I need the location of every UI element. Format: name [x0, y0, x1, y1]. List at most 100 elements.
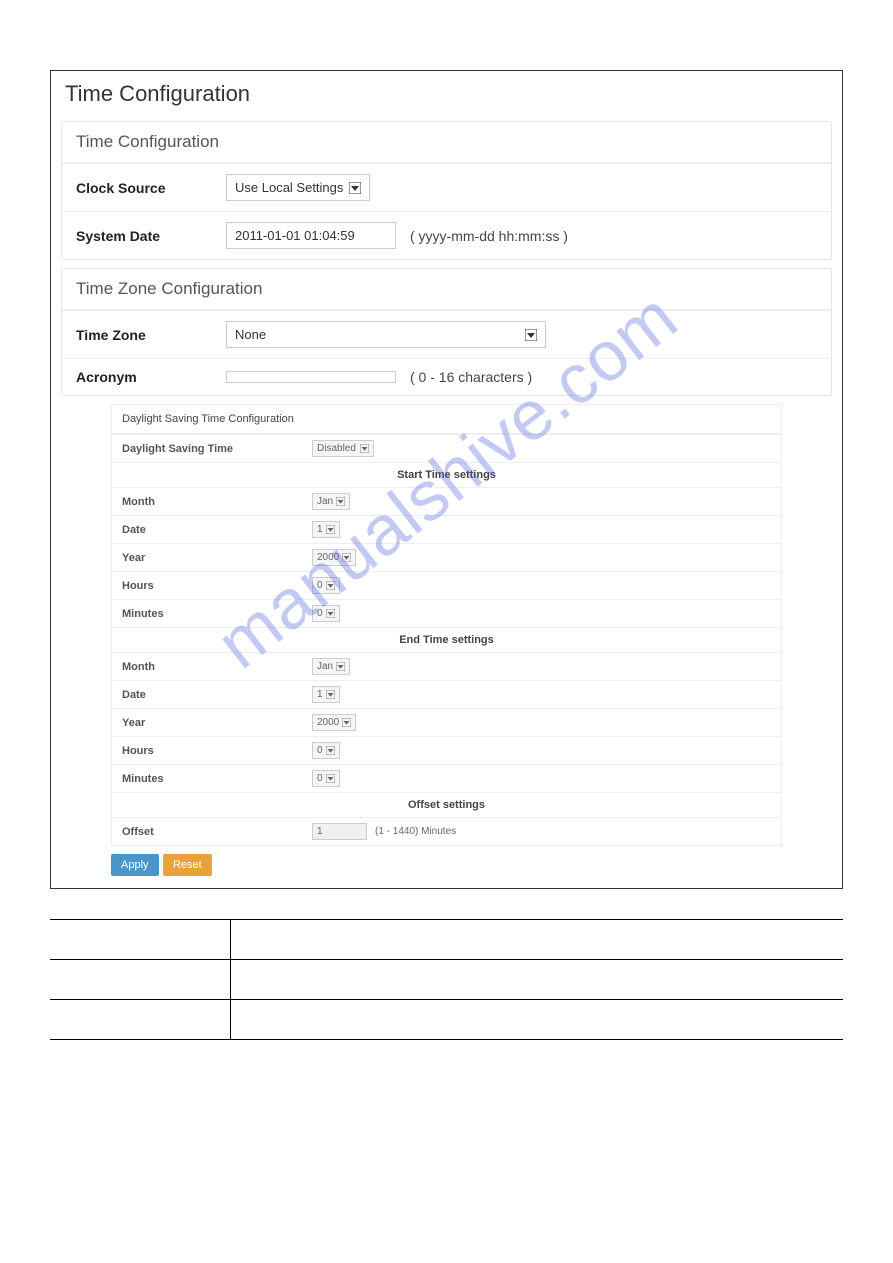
- reference-table: [50, 919, 843, 1040]
- clock-source-value: Use Local Settings: [235, 180, 343, 195]
- dst-panel: Daylight Saving Time Configuration Dayli…: [111, 404, 782, 846]
- chevron-down-icon: [342, 718, 351, 727]
- config-screenshot: manualshive.com Time Configuration Time …: [50, 70, 843, 889]
- chevron-down-icon: [326, 609, 335, 618]
- chevron-down-icon: [326, 581, 335, 590]
- table-cell: [230, 920, 843, 960]
- timezone-row: Time Zone None: [62, 310, 831, 358]
- end-year-value: 2000: [317, 717, 339, 728]
- offset-hint: (1 - 1440) Minutes: [375, 826, 456, 837]
- clock-source-label: Clock Source: [76, 180, 226, 196]
- start-hours-row: Hours 0: [112, 571, 781, 599]
- table-row: [50, 960, 843, 1000]
- acronym-hint: ( 0 - 16 characters ): [410, 369, 532, 385]
- end-hours-row: Hours 0: [112, 736, 781, 764]
- acronym-label: Acronym: [76, 369, 226, 385]
- end-year-row: Year 2000: [112, 708, 781, 736]
- chevron-down-icon: [349, 182, 361, 194]
- end-year-select[interactable]: 2000: [312, 714, 356, 731]
- button-row: Apply Reset: [111, 854, 782, 876]
- clock-source-row: Clock Source Use Local Settings: [62, 163, 831, 211]
- reset-button[interactable]: Reset: [163, 854, 212, 876]
- end-date-value: 1: [317, 689, 323, 700]
- start-minutes-row: Minutes 0: [112, 599, 781, 627]
- end-month-row: Month Jan: [112, 652, 781, 680]
- start-date-row: Date 1: [112, 515, 781, 543]
- chevron-down-icon: [336, 497, 345, 506]
- dst-mode-select[interactable]: Disabled: [312, 440, 374, 457]
- end-date-select[interactable]: 1: [312, 686, 340, 703]
- offset-heading: Offset settings: [112, 792, 781, 817]
- start-minutes-select[interactable]: 0: [312, 605, 340, 622]
- table-cell: [230, 1000, 843, 1040]
- end-month-select[interactable]: Jan: [312, 658, 350, 675]
- time-config-panel: Time Configuration Clock Source Use Loca…: [61, 121, 832, 260]
- start-month-value: Jan: [317, 496, 333, 507]
- offset-label: Offset: [122, 826, 312, 838]
- system-date-input[interactable]: 2011-01-01 01:04:59: [226, 222, 396, 249]
- end-minutes-value: 0: [317, 773, 323, 784]
- table-row: [50, 1000, 843, 1040]
- table-cell: [230, 960, 843, 1000]
- offset-input[interactable]: 1: [312, 823, 367, 840]
- start-date-select[interactable]: 1: [312, 521, 340, 538]
- start-hours-label: Hours: [122, 580, 312, 592]
- chevron-down-icon: [336, 662, 345, 671]
- timezone-select[interactable]: None: [226, 321, 546, 348]
- system-date-hint: ( yyyy-mm-dd hh:mm:ss ): [410, 228, 568, 244]
- dst-mode-value: Disabled: [317, 443, 357, 454]
- start-month-select[interactable]: Jan: [312, 493, 350, 510]
- clock-source-select[interactable]: Use Local Settings: [226, 174, 370, 201]
- start-month-label: Month: [122, 496, 312, 508]
- start-year-row: Year 2000: [112, 543, 781, 571]
- start-year-label: Year: [122, 552, 312, 564]
- end-time-heading: End Time settings: [112, 627, 781, 652]
- timezone-panel: Time Zone Configuration Time Zone None A…: [61, 268, 832, 396]
- timezone-value: None: [235, 327, 266, 342]
- chevron-down-icon: [360, 444, 369, 453]
- table-cell: [50, 920, 230, 960]
- end-hours-label: Hours: [122, 745, 312, 757]
- page-title: Time Configuration: [51, 71, 842, 115]
- chevron-down-icon: [326, 774, 335, 783]
- table-cell: [50, 960, 230, 1000]
- table-cell: [50, 1000, 230, 1040]
- end-hours-select[interactable]: 0: [312, 742, 340, 759]
- acronym-row: Acronym ( 0 - 16 characters ): [62, 358, 831, 395]
- end-year-label: Year: [122, 717, 312, 729]
- timezone-heading: Time Zone Configuration: [62, 269, 831, 310]
- end-month-value: Jan: [317, 661, 333, 672]
- table-row: [50, 920, 843, 960]
- dst-mode-row: Daylight Saving Time Disabled: [112, 434, 781, 462]
- end-minutes-label: Minutes: [122, 773, 312, 785]
- end-date-row: Date 1: [112, 680, 781, 708]
- start-minutes-value: 0: [317, 608, 323, 619]
- chevron-down-icon: [326, 690, 335, 699]
- start-year-select[interactable]: 2000: [312, 549, 356, 566]
- dst-heading: Daylight Saving Time Configuration: [112, 405, 781, 434]
- chevron-down-icon: [326, 525, 335, 534]
- timezone-label: Time Zone: [76, 327, 226, 343]
- system-date-row: System Date 2011-01-01 01:04:59 ( yyyy-m…: [62, 211, 831, 259]
- acronym-input[interactable]: [226, 371, 396, 383]
- apply-button[interactable]: Apply: [111, 854, 159, 876]
- end-hours-value: 0: [317, 745, 323, 756]
- chevron-down-icon: [326, 746, 335, 755]
- offset-row: Offset 1 (1 - 1440) Minutes: [112, 817, 781, 845]
- chevron-down-icon: [342, 553, 351, 562]
- system-date-label: System Date: [76, 228, 226, 244]
- start-hours-select[interactable]: 0: [312, 577, 340, 594]
- start-month-row: Month Jan: [112, 487, 781, 515]
- start-date-value: 1: [317, 524, 323, 535]
- chevron-down-icon: [525, 329, 537, 341]
- end-minutes-select[interactable]: 0: [312, 770, 340, 787]
- start-year-value: 2000: [317, 552, 339, 563]
- end-minutes-row: Minutes 0: [112, 764, 781, 792]
- start-date-label: Date: [122, 524, 312, 536]
- end-month-label: Month: [122, 661, 312, 673]
- start-time-heading: Start Time settings: [112, 462, 781, 487]
- dst-mode-label: Daylight Saving Time: [122, 443, 312, 455]
- start-minutes-label: Minutes: [122, 608, 312, 620]
- time-config-heading: Time Configuration: [62, 122, 831, 163]
- end-date-label: Date: [122, 689, 312, 701]
